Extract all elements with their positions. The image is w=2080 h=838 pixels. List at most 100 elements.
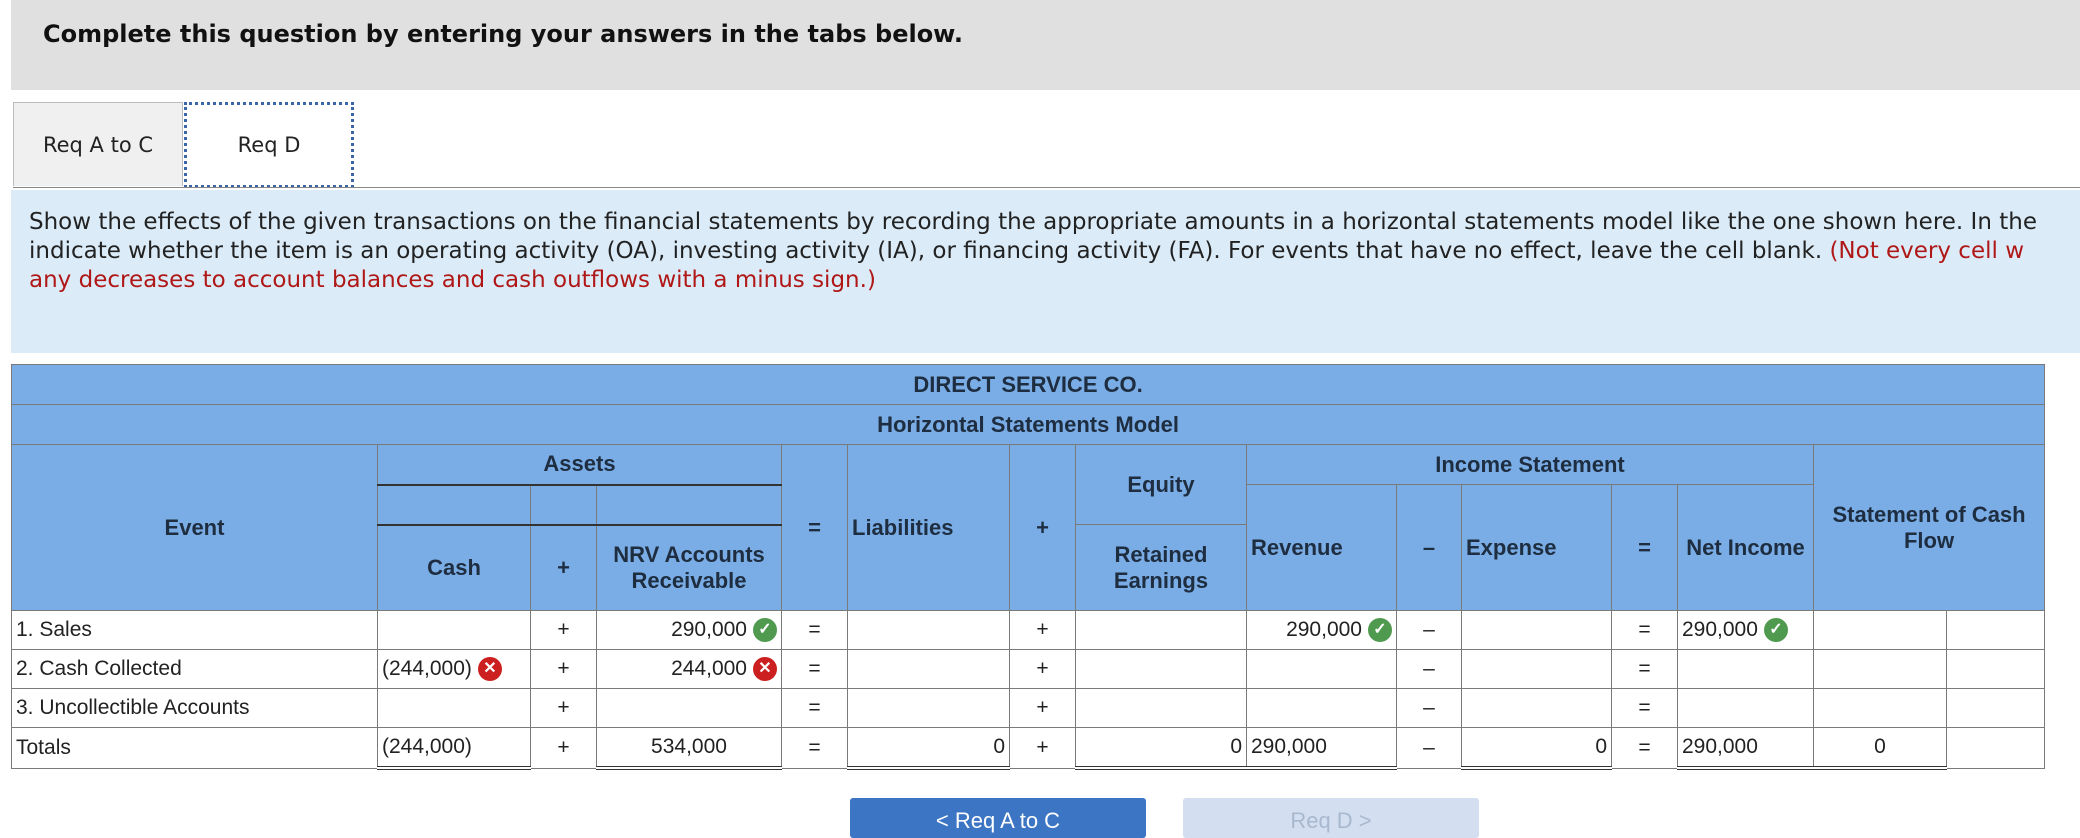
cash-flow-amount-input[interactable]: [1813, 610, 1947, 650]
cash-flow-total: 0: [1813, 727, 1947, 770]
horizontal-statements-model: DIRECT SERVICE CO. Horizontal Statements…: [10, 364, 2046, 770]
plus-sign: +: [1009, 688, 1076, 728]
nrv-value: 244,000: [671, 656, 747, 680]
event-cell: 3. Uncollectible Accounts: [11, 688, 378, 728]
liabilities-input[interactable]: [847, 610, 1010, 650]
cash-flow-type-input[interactable]: [1945, 649, 2046, 689]
net-income-input[interactable]: [1677, 649, 1814, 689]
revenue-header: Revenue: [1246, 484, 1397, 611]
minus-sign: –: [1396, 727, 1462, 769]
equals-sign: =: [781, 649, 848, 689]
plus-sign: +: [1009, 610, 1076, 650]
cash-flow-type-input[interactable]: [1945, 610, 2046, 650]
assets-plus-header: +: [530, 524, 597, 611]
equals-sign: =: [781, 610, 848, 650]
equals-sign: =: [1611, 610, 1678, 650]
model-title: Horizontal Statements Model: [10, 404, 2046, 445]
retained-earnings-input[interactable]: [1075, 610, 1247, 650]
expense-header: Expense: [1461, 484, 1612, 611]
nrv-total: 534,000: [596, 727, 782, 770]
plus-sign: +: [1009, 649, 1076, 689]
expense-input[interactable]: [1461, 688, 1612, 728]
instructions-note: (Not every cell w: [1829, 238, 2025, 264]
cash-total: (244,000): [377, 727, 531, 770]
net-income-total: 290,000: [1677, 727, 1814, 770]
minus-sign: –: [1396, 649, 1462, 689]
nrv-input[interactable]: 290,000 ✓: [596, 610, 782, 650]
net-income-input[interactable]: [1677, 688, 1814, 728]
cash-value: (244,000): [382, 656, 472, 680]
banner-title: Complete this question by entering your …: [43, 20, 963, 48]
income-statement-header: Income Statement: [1246, 444, 1814, 485]
net-income-header: Net Income: [1677, 484, 1814, 611]
plus-header: +: [1009, 444, 1076, 611]
assets-subheader-cash: [377, 484, 531, 526]
table-row: 2. Cash Collected (244,000) ✕ + 244,000 ✕ …: [11, 649, 2046, 689]
minus-sign: –: [1396, 688, 1462, 728]
plus-sign: +: [530, 610, 597, 650]
equals-sign: =: [1611, 727, 1678, 769]
cash-flow-type-input[interactable]: [1945, 688, 2046, 728]
cash-flow-amount-input[interactable]: [1813, 688, 1947, 728]
cash-flow-header: Statement of Cash Flow: [1812, 444, 2046, 611]
check-icon: ✓: [753, 618, 777, 643]
check-icon: ✓: [1368, 618, 1392, 643]
event-header: Event: [11, 444, 378, 611]
instructions-panel: Show the effects of the given transactio…: [11, 190, 2080, 353]
tab-req-d[interactable]: Req D: [184, 102, 354, 188]
nrv-header: NRV Accounts Receivable: [596, 524, 782, 611]
nrv-input[interactable]: [596, 688, 782, 728]
assets-header: Assets: [377, 444, 782, 486]
table-row: 1. Sales + 290,000 ✓ = + 290,000 ✓ – = 290…: [11, 610, 2046, 650]
cash-input[interactable]: (244,000) ✕: [377, 649, 531, 689]
retained-earnings-input[interactable]: [1075, 688, 1247, 728]
net-income-input[interactable]: 290,000 ✓: [1677, 610, 1814, 650]
liabilities-input[interactable]: [847, 649, 1010, 689]
equals-sign: =: [781, 727, 848, 769]
instructions-line-2: indicate whether the item is an operatin…: [29, 237, 2062, 266]
event-cell: 1. Sales: [11, 610, 378, 650]
expense-input[interactable]: [1461, 610, 1612, 650]
cash-input[interactable]: [377, 610, 531, 650]
revenue-input[interactable]: 290,000 ✓: [1246, 610, 1397, 650]
next-req-button[interactable]: Req D >: [1183, 798, 1479, 838]
cross-icon: ✕: [753, 657, 777, 682]
retained-earnings-header: Retained Earnings: [1075, 524, 1247, 611]
expense-input[interactable]: [1461, 649, 1612, 689]
equity-header: Equity: [1075, 444, 1247, 525]
minus-header: –: [1396, 484, 1462, 611]
tab-bar: Req A to C Req D: [13, 102, 2080, 188]
plus-sign: +: [530, 688, 597, 728]
table-row: 3. Uncollectible Accounts + = + – =: [11, 688, 2046, 728]
event-cell: 2. Cash Collected: [11, 649, 378, 689]
tab-req-a-to-c[interactable]: Req A to C: [13, 102, 183, 186]
cross-icon: ✕: [477, 657, 502, 682]
instructions-line-2-text: indicate whether the item is an operatin…: [29, 238, 1823, 264]
equals-is-header: =: [1611, 484, 1678, 611]
instructions-line-3: any decreases to account balances and ca…: [29, 267, 876, 293]
cash-header: Cash: [377, 524, 531, 611]
revenue-input[interactable]: [1246, 649, 1397, 689]
company-name: DIRECT SERVICE CO.: [10, 364, 2046, 405]
plus-sign: +: [530, 649, 597, 689]
cash-flow-amount-input[interactable]: [1813, 649, 1947, 689]
equals-header: =: [781, 444, 848, 611]
liabilities-input[interactable]: [847, 688, 1010, 728]
equals-sign: =: [781, 688, 848, 728]
expense-total: 0: [1461, 727, 1612, 770]
check-icon: ✓: [1763, 618, 1788, 643]
cash-input[interactable]: [377, 688, 531, 728]
equals-sign: =: [1611, 649, 1678, 689]
instruction-banner: Complete this question by entering your …: [11, 0, 2080, 90]
liabilities-total: 0: [847, 727, 1010, 770]
totals-label: Totals: [11, 727, 378, 769]
nrv-value: 290,000: [671, 617, 747, 641]
retained-earnings-input[interactable]: [1075, 649, 1247, 689]
revenue-value: 290,000: [1286, 617, 1362, 641]
retained-earnings-total: 0: [1075, 727, 1247, 770]
revenue-input[interactable]: [1246, 688, 1397, 728]
totals-row: Totals (244,000) + 534,000 = 0 + 0 290,0…: [11, 727, 2046, 770]
nrv-input[interactable]: 244,000 ✕: [596, 649, 782, 689]
prev-req-button[interactable]: < Req A to C: [850, 798, 1146, 838]
revenue-total: 290,000: [1246, 727, 1397, 770]
